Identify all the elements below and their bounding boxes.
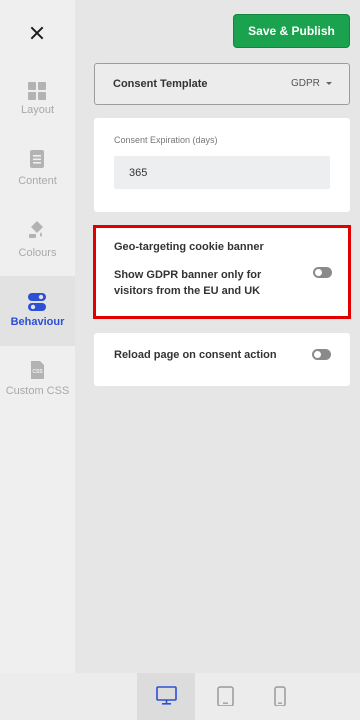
reload-page-card: Reload page on consent action bbox=[94, 333, 350, 386]
tablet-preview-button[interactable] bbox=[196, 673, 254, 720]
paint-bucket-icon bbox=[29, 221, 43, 238]
geo-targeting-toggle[interactable] bbox=[313, 267, 332, 278]
geo-targeting-title: Geo-targeting cookie banner bbox=[114, 241, 264, 253]
sidebar-item-colours[interactable]: Colours bbox=[0, 215, 75, 285]
device-preview-bar bbox=[0, 673, 360, 720]
consent-template-value: GDPR bbox=[291, 78, 320, 89]
geo-targeting-description: Show GDPR banner only for visitors from … bbox=[114, 269, 262, 297]
svg-text:CSS: CSS bbox=[32, 369, 43, 375]
mobile-preview-button[interactable] bbox=[250, 673, 308, 720]
consent-expiration-input[interactable] bbox=[114, 156, 330, 189]
toggles-icon bbox=[28, 293, 46, 311]
sidebar-item-label: Behaviour bbox=[10, 316, 65, 328]
sidebar-item-label: Layout bbox=[20, 104, 55, 116]
sidebar-item-behaviour[interactable]: Behaviour bbox=[0, 276, 75, 346]
sidebar-item-content[interactable]: Content bbox=[0, 145, 75, 215]
sidebar-item-custom-css[interactable]: CSS Custom CSS bbox=[0, 355, 75, 425]
consent-template-select[interactable]: Consent Template GDPR bbox=[94, 63, 350, 105]
layout-grid-icon bbox=[28, 82, 46, 100]
consent-expiration-card: Consent Expiration (days) bbox=[94, 118, 350, 212]
sidebar-item-layout[interactable]: Layout bbox=[0, 76, 75, 146]
geo-targeting-card: Geo-targeting cookie banner Show GDPR ba… bbox=[93, 225, 351, 319]
sidebar: Layout Content Colours Behaviour CSS Cus… bbox=[0, 0, 75, 673]
reload-page-title: Reload page on consent action bbox=[114, 349, 277, 361]
css-file-icon: CSS bbox=[31, 361, 44, 379]
close-icon[interactable] bbox=[25, 21, 49, 45]
tablet-icon bbox=[217, 686, 234, 706]
sidebar-item-label: Content bbox=[18, 175, 57, 187]
consent-template-label: Consent Template bbox=[113, 78, 208, 90]
consent-expiration-label: Consent Expiration (days) bbox=[114, 135, 218, 145]
sidebar-item-label: Colours bbox=[18, 247, 57, 259]
mobile-icon bbox=[274, 686, 286, 706]
save-publish-button[interactable]: Save & Publish bbox=[233, 14, 350, 48]
reload-page-toggle[interactable] bbox=[312, 349, 331, 360]
document-icon bbox=[30, 150, 44, 168]
desktop-icon bbox=[156, 686, 177, 705]
sidebar-item-label: Custom CSS bbox=[5, 385, 70, 397]
desktop-preview-button[interactable] bbox=[137, 673, 195, 720]
chevron-down-icon bbox=[326, 82, 332, 85]
